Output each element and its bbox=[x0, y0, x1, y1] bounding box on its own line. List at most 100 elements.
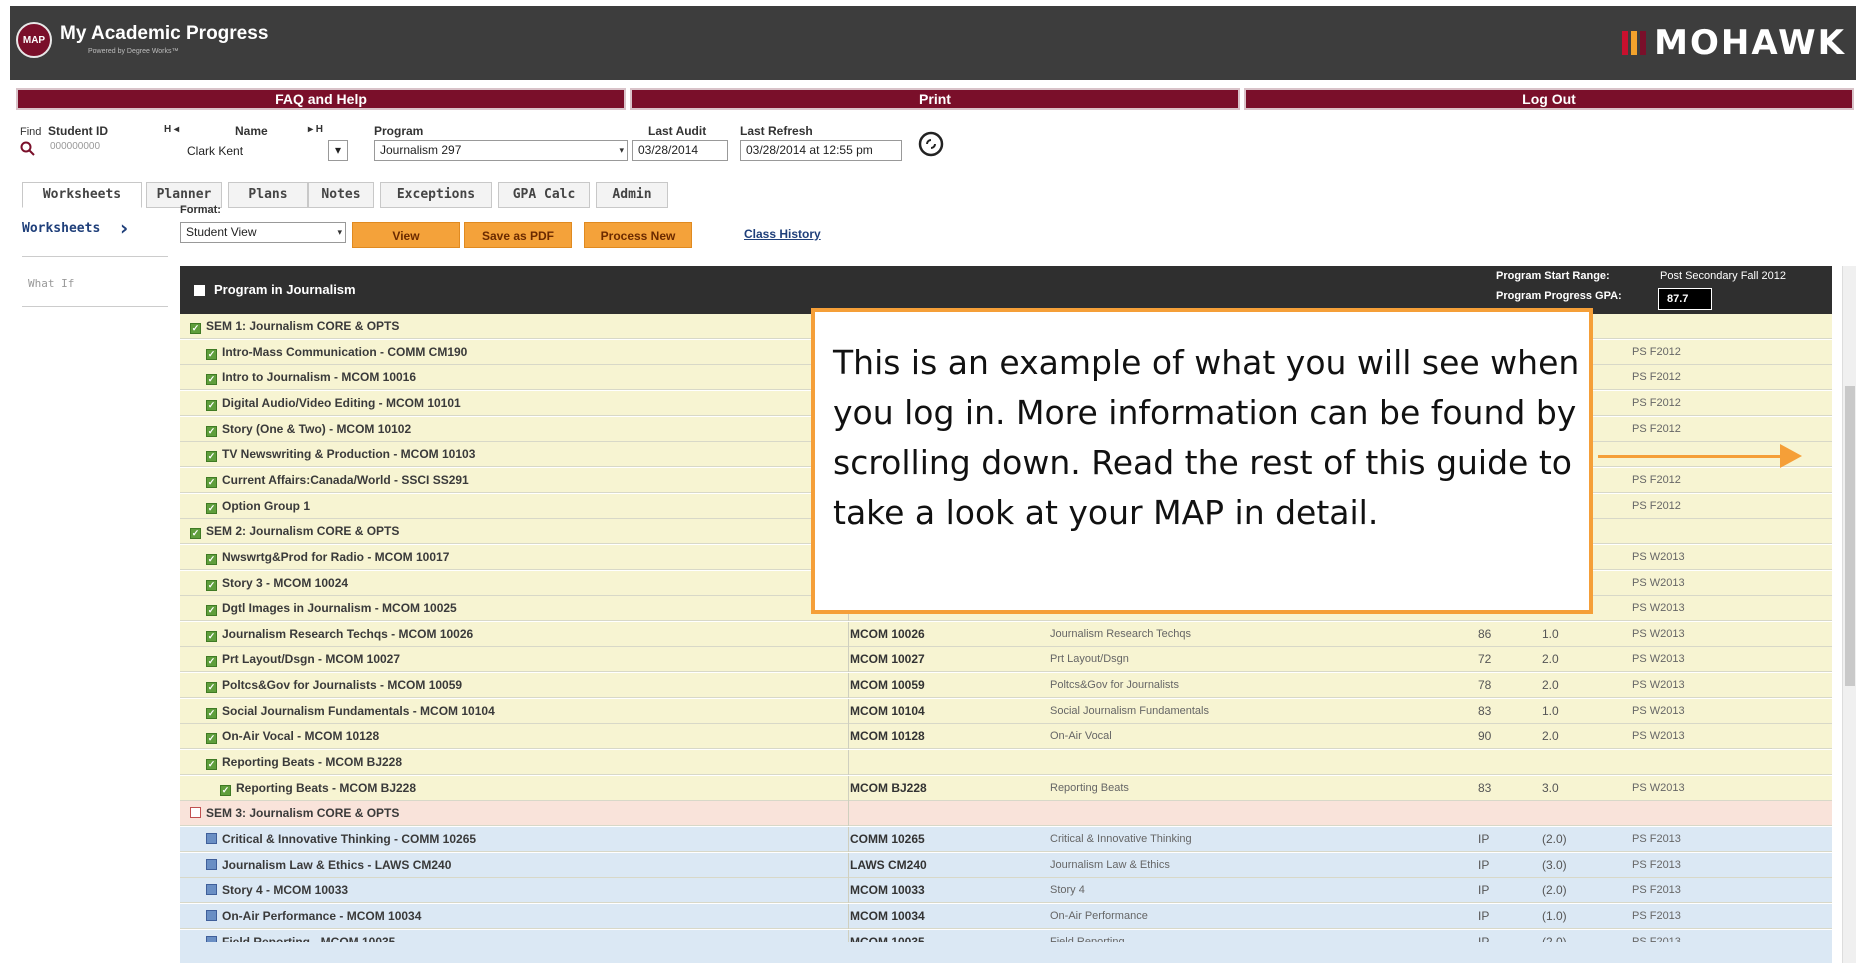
course-code: MCOM 10027 bbox=[850, 652, 925, 667]
requirement-name: ✓ Poltcs&Gov for Journalists - MCOM 10059 bbox=[206, 673, 462, 697]
process-new-button[interactable]: Process New bbox=[584, 222, 692, 248]
course-code: MCOM 10059 bbox=[850, 678, 925, 693]
print-button[interactable]: Print bbox=[630, 88, 1240, 110]
start-range-label: Program Start Range: bbox=[1496, 270, 1610, 282]
gpa-label: Program Progress GPA: bbox=[1496, 290, 1622, 302]
course-code: MCOM 10033 bbox=[850, 883, 925, 898]
requirement-label: Intro to Journalism - MCOM 10016 bbox=[222, 370, 417, 385]
tab-exceptions[interactable]: Exceptions bbox=[380, 182, 492, 208]
column-divider bbox=[848, 852, 849, 878]
requirement-label: Journalism Research Techqs - MCOM 10026 bbox=[222, 626, 474, 641]
requirement-label: Reporting Beats - MCOM BJ228 bbox=[236, 780, 417, 795]
course-credits: (2.0) bbox=[1542, 883, 1567, 898]
course-term: PS F2012 bbox=[1632, 499, 1681, 512]
requirement-name: ✓ Story 3 - MCOM 10024 bbox=[206, 571, 348, 595]
course-term: PS W2013 bbox=[1632, 730, 1685, 743]
requirement-label: TV Newswriting & Production - MCOM 10103 bbox=[222, 447, 476, 462]
table-row[interactable]: ✓ Reporting Beats - MCOM BJ228 MCOM BJ228 R… bbox=[180, 775, 1832, 801]
name-label: Name bbox=[235, 124, 268, 138]
course-credits: 3.0 bbox=[1542, 780, 1559, 795]
requirement-label: SEM 2: Journalism CORE & OPTS bbox=[206, 524, 400, 539]
requirement-name: ✓ Digital Audio/Video Editing - MCOM 1010… bbox=[206, 391, 461, 415]
course-title: Journalism Research Techqs bbox=[1050, 627, 1192, 640]
course-title: Reporting Beats bbox=[1050, 781, 1129, 794]
table-row-partial bbox=[180, 942, 1832, 963]
program-checkbox-icon bbox=[194, 285, 205, 296]
requirement-name: ✓ Reporting Beats - MCOM BJ228 bbox=[206, 750, 402, 774]
column-divider bbox=[848, 621, 849, 647]
requirement-name: ✓ Intro-Mass Communication - COMM CM190 bbox=[206, 340, 467, 364]
checkbox-checked-icon: ✓ bbox=[206, 348, 217, 360]
course-grade: 72 bbox=[1478, 652, 1492, 667]
requirement-name: ✓ Dgtl Images in Journalism - MCOM 10025 bbox=[206, 596, 457, 620]
class-history-link[interactable]: Class History bbox=[744, 227, 821, 241]
course-grade: IP bbox=[1478, 832, 1490, 846]
table-row[interactable]: ✓ Prt Layout/Dsgn - MCOM 10027 MCOM 10027 P… bbox=[180, 647, 1832, 673]
column-divider bbox=[848, 827, 849, 852]
semester-row[interactable]: SEM 3: Journalism CORE & OPTS bbox=[180, 801, 1832, 827]
program-header: Program in Journalism Program Start Rang… bbox=[180, 266, 1832, 314]
requirement-name: On-Air Performance - MCOM 10034 bbox=[206, 904, 421, 928]
tab-plans[interactable]: Plans bbox=[228, 182, 308, 208]
table-row[interactable]: Story 4 - MCOM 10033 MCOM 10033 Story 4 IP (… bbox=[180, 878, 1832, 904]
program-select[interactable]: Journalism 297 ▾ bbox=[374, 140, 628, 161]
checkbox-checked-icon: ✓ bbox=[206, 476, 217, 488]
course-title: Critical & Innovative Thinking bbox=[1050, 833, 1192, 845]
table-row[interactable]: ✓ On-Air Vocal - MCOM 10128 MCOM 10128 On-A… bbox=[180, 724, 1832, 750]
scrollbar-thumb[interactable] bbox=[1845, 386, 1855, 686]
sidebar-what-if[interactable]: What If bbox=[28, 277, 74, 290]
find-search-icon[interactable] bbox=[20, 141, 38, 157]
table-row[interactable]: ✓ Reporting Beats - MCOM BJ228 bbox=[180, 750, 1832, 776]
refresh-icon[interactable] bbox=[918, 131, 944, 157]
course-title: On-Air Vocal bbox=[1050, 730, 1112, 743]
format-select[interactable]: Student View ▾ bbox=[180, 222, 346, 243]
sidebar-worksheets[interactable]: Worksheets bbox=[22, 221, 100, 236]
requirement-label: Option Group 1 bbox=[222, 498, 310, 513]
requirement-label: Social Journalism Fundamentals - MCOM 10… bbox=[222, 703, 495, 718]
table-row[interactable]: ✓ Poltcs&Gov for Journalists - MCOM 10059… bbox=[180, 673, 1832, 699]
column-divider bbox=[848, 750, 849, 776]
program-dropdown-arrow-icon: ▾ bbox=[619, 145, 624, 155]
requirement-label: Story (One & Two) - MCOM 10102 bbox=[222, 421, 412, 436]
faq-help-button[interactable]: FAQ and Help bbox=[16, 88, 626, 110]
course-term: PS F2013 bbox=[1632, 858, 1681, 871]
table-row[interactable]: On-Air Performance - MCOM 10034 MCOM 1003… bbox=[180, 903, 1832, 929]
table-row[interactable]: Critical & Innovative Thinking - COMM 10… bbox=[180, 827, 1832, 852]
column-divider bbox=[848, 673, 849, 699]
course-credits: (3.0) bbox=[1542, 857, 1567, 872]
course-term: PS F2012 bbox=[1632, 473, 1681, 486]
name-dropdown-arrow-icon[interactable]: ▾ bbox=[328, 140, 348, 161]
name-select[interactable]: Clark Kent bbox=[182, 142, 344, 163]
table-row[interactable]: ✓ Journalism Research Techqs - MCOM 10026… bbox=[180, 621, 1832, 647]
requirement-name: ✓ SEM 1: Journalism CORE & OPTS bbox=[190, 314, 399, 338]
prev-student-button[interactable]: H ◂ bbox=[164, 124, 179, 135]
next-student-button[interactable]: ▸ H bbox=[308, 124, 323, 135]
gpa-value: 87.7 bbox=[1658, 288, 1712, 310]
checkbox-checked-icon: ✓ bbox=[190, 528, 201, 540]
view-button[interactable]: View bbox=[352, 222, 460, 248]
course-term: PS F2013 bbox=[1632, 884, 1681, 897]
requirement-label: Critical & Innovative Thinking - COMM 10… bbox=[222, 832, 477, 846]
checkbox-checked-icon: ✓ bbox=[206, 425, 217, 437]
checkbox-checked-icon: ✓ bbox=[206, 733, 217, 745]
save-pdf-button[interactable]: Save as PDF bbox=[464, 222, 572, 248]
sidebar-divider bbox=[22, 306, 168, 307]
vertical-scrollbar[interactable] bbox=[1842, 266, 1856, 963]
requirement-name: ✓ Journalism Research Techqs - MCOM 10026 bbox=[206, 622, 473, 646]
format-label: Format: bbox=[180, 204, 221, 216]
in-progress-icon bbox=[206, 858, 217, 870]
tab-notes[interactable]: Notes bbox=[308, 182, 374, 208]
checkbox-checked-icon: ✓ bbox=[206, 605, 217, 617]
requirement-label: Digital Audio/Video Editing - MCOM 10101 bbox=[222, 395, 461, 410]
table-row[interactable]: ✓ Social Journalism Fundamentals - MCOM 1… bbox=[180, 698, 1832, 724]
course-code: MCOM BJ228 bbox=[850, 780, 927, 795]
course-title: Prt Layout/Dsgn bbox=[1050, 653, 1129, 666]
logout-button[interactable]: Log Out bbox=[1244, 88, 1854, 110]
requirement-label: SEM 3: Journalism CORE & OPTS bbox=[206, 806, 400, 821]
tab-gpa-calc[interactable]: GPA Calc bbox=[498, 182, 590, 208]
course-title: On-Air Performance bbox=[1050, 909, 1148, 922]
tab-admin[interactable]: Admin bbox=[596, 182, 668, 208]
tab-worksheets[interactable]: Worksheets bbox=[22, 182, 142, 208]
table-row[interactable]: Journalism Law & Ethics - LAWS CM240 LAWS… bbox=[180, 852, 1832, 878]
course-term: PS W2013 bbox=[1632, 627, 1685, 640]
